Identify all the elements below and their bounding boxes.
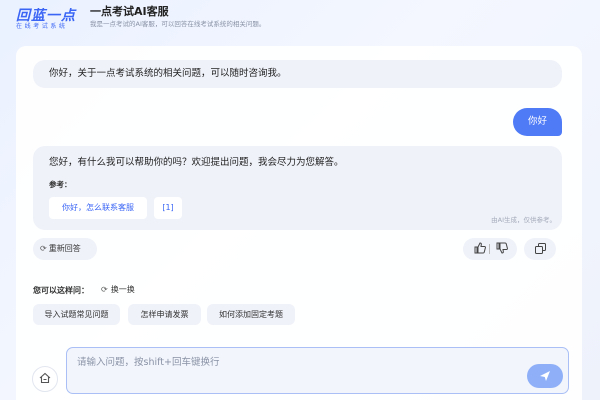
refresh-icon: ⟳ xyxy=(40,244,47,253)
thumb-down-icon[interactable] xyxy=(496,242,508,257)
ai-greeting-message: 你好，关于一点考试系统的相关问题，可以随时咨询我。 xyxy=(33,60,562,88)
swap-suggestions-button[interactable]: ⟳ 换一换 xyxy=(101,284,135,295)
refresh-icon: ⟳ xyxy=(101,285,108,294)
user-message: 你好 xyxy=(513,108,562,136)
logo-subtitle: 在线考试系统 xyxy=(16,23,68,30)
send-icon xyxy=(539,369,551,382)
page-description: 我是一点考试的AI客服，可以回答在线考试系统的相关问题。 xyxy=(90,20,266,28)
header: 回蓝一点 在线考试系统 一点考试AI客服 我是一点考试的AI客服，可以回答在线考… xyxy=(0,0,600,40)
suggestion-chip[interactable]: 如何添加固定考题 xyxy=(207,304,295,325)
feedback-group xyxy=(463,238,517,260)
suggestion-chip[interactable]: 导入试题常见问题 xyxy=(33,304,120,325)
copy-icon xyxy=(534,243,546,254)
suggestions-label: 您可以这样问： xyxy=(33,286,89,295)
thumb-up-icon[interactable] xyxy=(474,242,486,257)
home-icon xyxy=(39,372,51,384)
suggestion-chip[interactable]: 怎样申请发票 xyxy=(128,304,201,325)
regenerate-button[interactable]: ⟳ 重新回答 xyxy=(33,238,97,260)
reference-index-link[interactable]: [1] xyxy=(154,197,182,219)
copy-button[interactable] xyxy=(524,238,556,260)
home-button[interactable] xyxy=(32,366,58,392)
ai-disclaimer: 由AI生成，仅供参考。 xyxy=(491,216,556,224)
ai-reply-message: 您好，有什么我可以帮助你的吗？欢迎提出问题，我会尽力为您解答。 参考： 你好，怎… xyxy=(33,146,562,230)
regenerate-label: 重新回答 xyxy=(48,244,81,253)
reference-link[interactable]: 你好，怎么联系客服 xyxy=(49,197,147,219)
page-title: 一点考试AI客服 xyxy=(90,5,169,18)
feedback-divider xyxy=(489,244,490,254)
question-input-box xyxy=(66,347,569,394)
reference-label: 参考： xyxy=(49,180,72,189)
swap-label: 换一换 xyxy=(110,285,135,294)
send-button[interactable] xyxy=(527,364,563,388)
ai-reply-text: 您好，有什么我可以帮助你的吗？欢迎提出问题，我会尽力为您解答。 xyxy=(49,157,344,168)
question-input[interactable] xyxy=(77,354,517,386)
